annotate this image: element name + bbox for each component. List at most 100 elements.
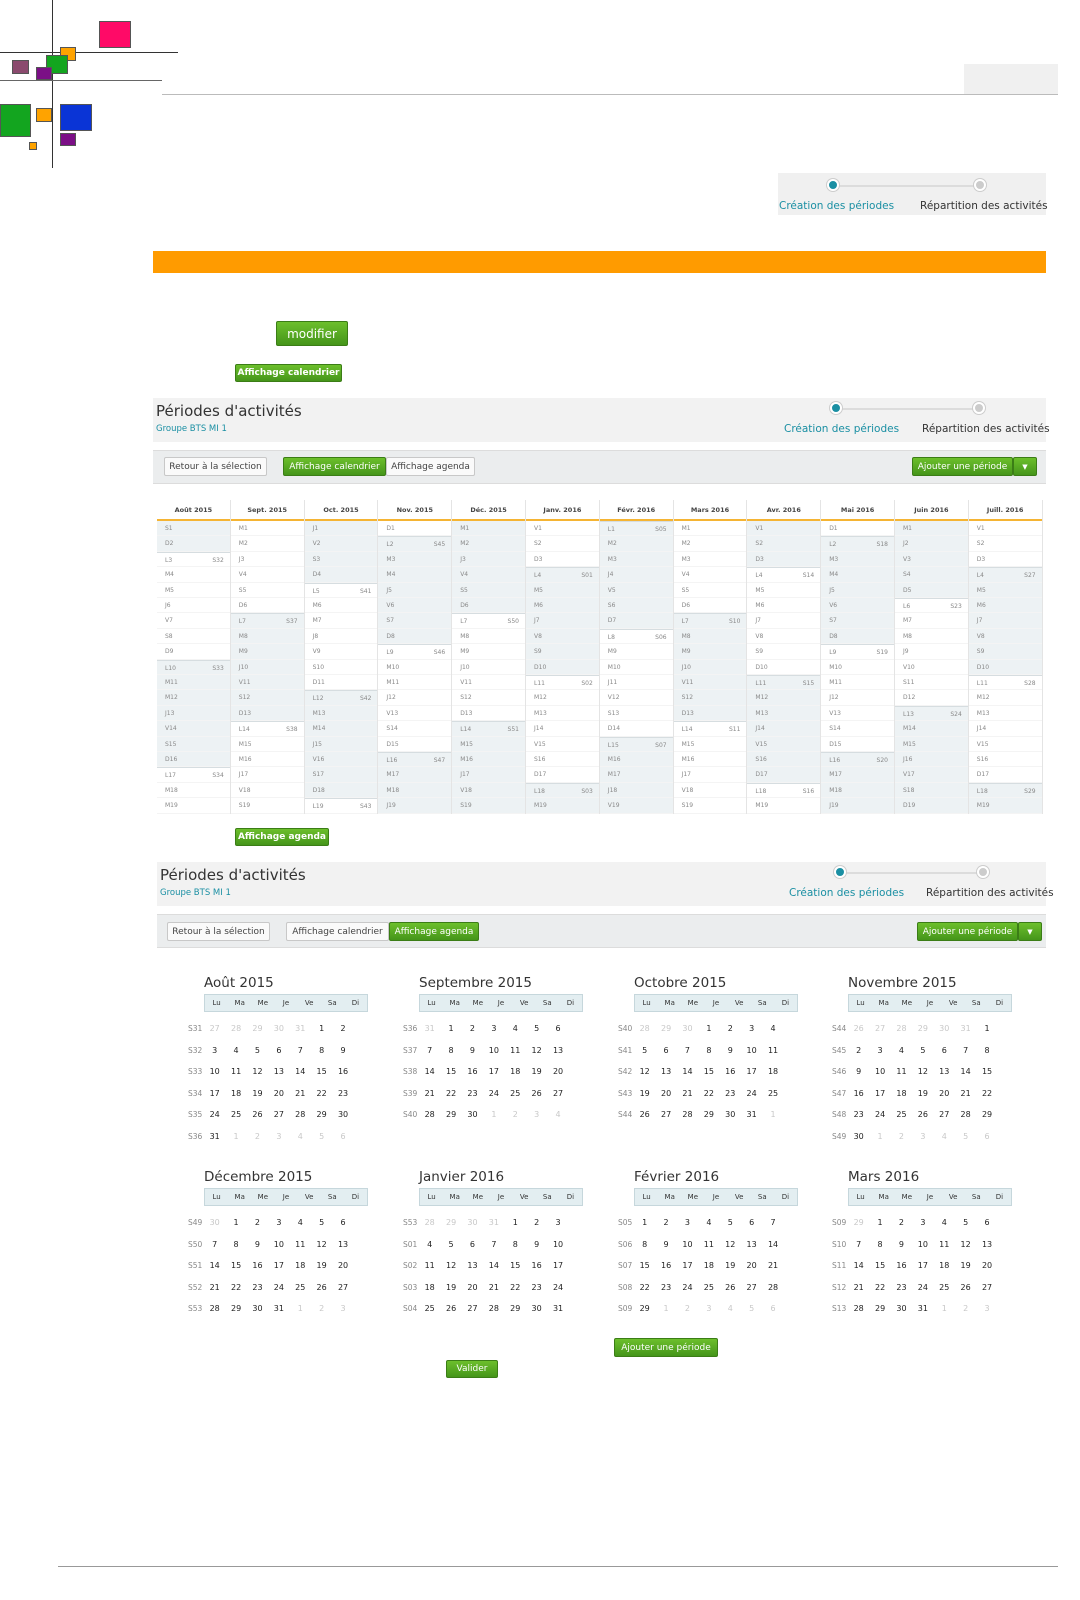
- agenda-day[interactable]: 3: [483, 1018, 504, 1039]
- agenda-day[interactable]: 19: [634, 1083, 655, 1104]
- agenda-day[interactable]: 4: [698, 1212, 719, 1233]
- agenda-day[interactable]: 30: [677, 1018, 698, 1039]
- agenda-day[interactable]: 15: [976, 1061, 997, 1082]
- agenda-day[interactable]: 6: [332, 1126, 353, 1147]
- agenda-day[interactable]: 19: [912, 1083, 933, 1104]
- agenda-day[interactable]: 6: [462, 1234, 483, 1255]
- agenda-day[interactable]: 26: [440, 1298, 461, 1319]
- agenda-day[interactable]: 21: [762, 1255, 783, 1276]
- agenda-day[interactable]: 29: [634, 1298, 655, 1319]
- agenda-day[interactable]: 11: [290, 1234, 311, 1255]
- agenda-day[interactable]: 20: [741, 1255, 762, 1276]
- agenda-day[interactable]: 28: [483, 1298, 504, 1319]
- agenda-day[interactable]: 26: [720, 1277, 741, 1298]
- agenda-day[interactable]: 7: [204, 1234, 225, 1255]
- agenda-day[interactable]: 31: [483, 1212, 504, 1233]
- ajouter-periode-bottom-button[interactable]: Ajouter une période: [614, 1338, 718, 1357]
- agenda-day[interactable]: 18: [762, 1061, 783, 1082]
- agenda-day[interactable]: 28: [955, 1104, 976, 1125]
- agenda-day[interactable]: 17: [483, 1061, 504, 1082]
- valider-button[interactable]: Valider: [446, 1360, 498, 1378]
- agenda-day[interactable]: 30: [247, 1298, 268, 1319]
- agenda-day[interactable]: 23: [720, 1083, 741, 1104]
- agenda-day[interactable]: 16: [526, 1255, 547, 1276]
- agenda-day[interactable]: 1: [311, 1018, 332, 1039]
- agenda-day[interactable]: 15: [505, 1255, 526, 1276]
- agenda-day[interactable]: 27: [547, 1083, 568, 1104]
- agenda-day[interactable]: 20: [934, 1083, 955, 1104]
- agenda-day[interactable]: 25: [934, 1277, 955, 1298]
- agenda-day[interactable]: 12: [912, 1061, 933, 1082]
- agenda-day[interactable]: 22: [698, 1083, 719, 1104]
- agenda-day[interactable]: 1: [225, 1126, 246, 1147]
- agenda-day[interactable]: 30: [462, 1212, 483, 1233]
- agenda-day[interactable]: 10: [869, 1061, 890, 1082]
- agenda-day[interactable]: 5: [440, 1234, 461, 1255]
- agenda-day[interactable]: 7: [677, 1040, 698, 1061]
- agenda-day[interactable]: 3: [976, 1298, 997, 1319]
- agenda-day[interactable]: 25: [419, 1298, 440, 1319]
- agenda-day[interactable]: 18: [419, 1277, 440, 1298]
- agenda-day[interactable]: 1: [869, 1126, 890, 1147]
- agenda-day[interactable]: 14: [419, 1061, 440, 1082]
- agenda-day[interactable]: 3: [912, 1126, 933, 1147]
- agenda-day[interactable]: 31: [290, 1018, 311, 1039]
- agenda-day[interactable]: 14: [762, 1234, 783, 1255]
- agenda-day[interactable]: 14: [290, 1061, 311, 1082]
- agenda-day[interactable]: 18: [698, 1255, 719, 1276]
- agenda-day[interactable]: 19: [311, 1255, 332, 1276]
- agenda-day[interactable]: 17: [741, 1061, 762, 1082]
- agenda-day[interactable]: 28: [290, 1104, 311, 1125]
- agenda-day[interactable]: 5: [526, 1018, 547, 1039]
- agenda-day[interactable]: 6: [741, 1212, 762, 1233]
- agenda-day[interactable]: 27: [204, 1018, 225, 1039]
- agenda-day[interactable]: 1: [634, 1212, 655, 1233]
- agenda-day[interactable]: 1: [934, 1298, 955, 1319]
- agenda-day[interactable]: 12: [526, 1040, 547, 1061]
- agenda-day[interactable]: 20: [462, 1277, 483, 1298]
- agenda-day[interactable]: 29: [247, 1018, 268, 1039]
- agenda-day[interactable]: 8: [311, 1040, 332, 1061]
- agenda-day[interactable]: 18: [505, 1061, 526, 1082]
- agenda-day[interactable]: 28: [677, 1104, 698, 1125]
- agenda-day[interactable]: 16: [247, 1255, 268, 1276]
- agenda-day[interactable]: 30: [848, 1126, 869, 1147]
- agenda-day[interactable]: 10: [268, 1234, 289, 1255]
- agenda-day[interactable]: 15: [634, 1255, 655, 1276]
- agenda-day[interactable]: 5: [741, 1298, 762, 1319]
- agenda-day[interactable]: 29: [440, 1104, 461, 1125]
- agenda-day[interactable]: 29: [440, 1212, 461, 1233]
- agenda-day[interactable]: 14: [848, 1255, 869, 1276]
- agenda-day[interactable]: 1: [869, 1212, 890, 1233]
- agenda-day[interactable]: 21: [955, 1083, 976, 1104]
- agenda-day[interactable]: 29: [912, 1018, 933, 1039]
- agenda-day[interactable]: 24: [869, 1104, 890, 1125]
- agenda-day[interactable]: 1: [762, 1104, 783, 1125]
- agenda-day[interactable]: 12: [634, 1061, 655, 1082]
- agenda-day[interactable]: 1: [290, 1298, 311, 1319]
- agenda-day[interactable]: 16: [720, 1061, 741, 1082]
- agenda-day[interactable]: 25: [225, 1104, 246, 1125]
- agenda-day[interactable]: 18: [290, 1255, 311, 1276]
- agenda-day[interactable]: 5: [912, 1040, 933, 1061]
- agenda-day[interactable]: 14: [483, 1255, 504, 1276]
- agenda-day[interactable]: 4: [720, 1298, 741, 1319]
- agenda-day[interactable]: 22: [505, 1277, 526, 1298]
- agenda-day[interactable]: 9: [891, 1234, 912, 1255]
- agenda-day[interactable]: 30: [934, 1018, 955, 1039]
- agenda-day[interactable]: 30: [462, 1104, 483, 1125]
- agenda-day[interactable]: 2: [247, 1212, 268, 1233]
- agenda-day[interactable]: 1: [225, 1212, 246, 1233]
- agenda-day[interactable]: 22: [976, 1083, 997, 1104]
- agenda-day[interactable]: 4: [290, 1212, 311, 1233]
- agenda-day[interactable]: 2: [677, 1298, 698, 1319]
- agenda-day[interactable]: 24: [204, 1104, 225, 1125]
- agenda-day[interactable]: 20: [332, 1255, 353, 1276]
- agenda-day[interactable]: 30: [891, 1298, 912, 1319]
- agenda-day[interactable]: 20: [655, 1083, 676, 1104]
- agenda-day[interactable]: 22: [634, 1277, 655, 1298]
- agenda-day[interactable]: 13: [741, 1234, 762, 1255]
- agenda-day[interactable]: 9: [655, 1234, 676, 1255]
- agenda-day[interactable]: 4: [934, 1212, 955, 1233]
- agenda-day[interactable]: 2: [848, 1040, 869, 1061]
